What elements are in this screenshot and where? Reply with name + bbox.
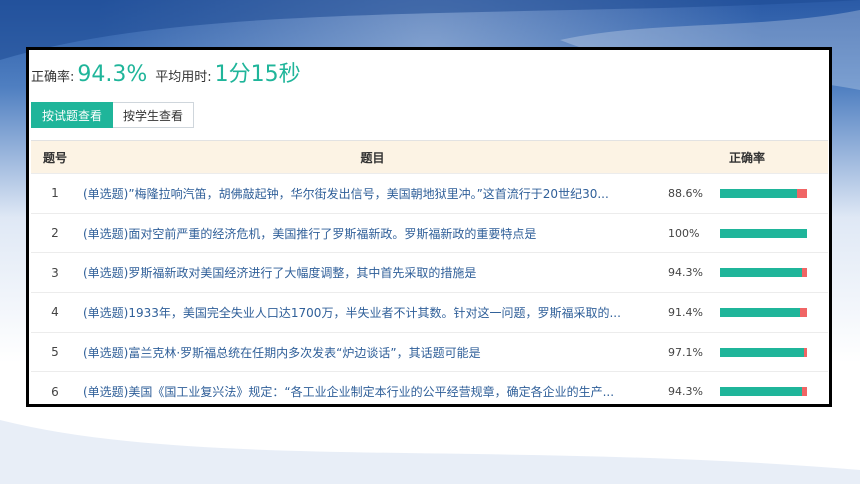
- rate-bar-fill: [720, 228, 807, 238]
- row-num: 2: [51, 226, 59, 241]
- table-row[interactable]: 3 (单选题)罗斯福新政对美国经济进行了大幅度调整，其中首先采取的措施是 94.…: [31, 253, 828, 294]
- rate-bar: [720, 188, 807, 198]
- table-row[interactable]: 6 (单选题)美国《国工业复兴法》规定：“各工业企业制定本行业的公平经营规章，确…: [31, 372, 828, 404]
- row-title[interactable]: (单选题)”梅隆拉响汽笛，胡佛敲起钟，华尔街发出信号，美国朝地狱里冲。”这首流行…: [79, 185, 666, 202]
- rate-bar: [720, 307, 807, 317]
- row-num: 1: [51, 186, 59, 201]
- rate-bar: [720, 387, 807, 397]
- rate-bar-fill: [720, 268, 803, 278]
- row-num: 3: [51, 265, 59, 280]
- row-title[interactable]: (单选题)美国《国工业复兴法》规定：“各工业企业制定本行业的公平经营规章，确定各…: [79, 383, 666, 400]
- row-pct: 97.1%: [668, 345, 703, 359]
- row-title[interactable]: (单选题)1933年，美国完全失业人口达1700万，半失业者不计其数。针对这一问…: [79, 304, 666, 321]
- row-pct: 94.3%: [668, 385, 703, 399]
- avg-time-value: 1分15秒: [214, 62, 301, 87]
- header-title: 题目: [360, 150, 385, 165]
- tab-by-student[interactable]: 按学生查看: [113, 102, 195, 128]
- table-row[interactable]: 5 (单选题)富兰克林·罗斯福总统在任期内多次发表“炉边谈话”，其话题可能是 9…: [31, 333, 828, 373]
- results-panel: 正确率: 94.3% 平均用时: 1分15秒 按试题查看 按学生查看 题号 题目…: [26, 47, 832, 407]
- table-row[interactable]: 2 (单选题)面对空前严重的经济危机，美国推行了罗斯福新政。罗斯福新政的重要特点…: [31, 214, 828, 254]
- row-num: 6: [51, 384, 59, 399]
- accuracy-value: 94.3%: [77, 62, 148, 87]
- row-title[interactable]: (单选题)富兰克林·罗斯福总统在任期内多次发表“炉边谈话”，其话题可能是: [79, 344, 666, 361]
- row-title[interactable]: (单选题)罗斯福新政对美国经济进行了大幅度调整，其中首先采取的措施是: [79, 264, 666, 281]
- avg-time-label: 平均用时:: [155, 70, 212, 85]
- row-pct: 100%: [668, 226, 700, 240]
- table-row[interactable]: 1 (单选题)”梅隆拉响汽笛，胡佛敲起钟，华尔街发出信号，美国朝地狱里冲。”这首…: [31, 174, 828, 214]
- header-rate: 正确率: [728, 150, 765, 165]
- rate-bar: [720, 347, 807, 357]
- row-pct: 88.6%: [668, 186, 703, 200]
- table-row[interactable]: 4 (单选题)1933年，美国完全失业人口达1700万，半失业者不计其数。针对这…: [31, 293, 828, 333]
- rate-bar-fill: [720, 347, 805, 357]
- table-header: 题号 题目 正确率: [31, 141, 828, 174]
- question-table: 题号 题目 正确率 1 (单选题)”梅隆拉响汽笛，胡佛敲起钟，华尔街发出信号，美…: [31, 140, 828, 404]
- view-tabs: 按试题查看 按学生查看: [31, 102, 195, 128]
- row-pct: 94.3%: [668, 266, 703, 280]
- rate-bar-fill: [720, 307, 800, 317]
- rate-bar-fill: [720, 188, 798, 198]
- summary-bar: 正确率: 94.3% 平均用时: 1分15秒: [31, 56, 309, 87]
- row-num: 4: [51, 305, 59, 320]
- accuracy-label: 正确率:: [31, 70, 75, 85]
- row-num: 5: [51, 345, 59, 360]
- rate-bar: [720, 228, 807, 238]
- rate-bar-fill: [720, 387, 803, 397]
- tab-by-question[interactable]: 按试题查看: [31, 102, 114, 128]
- row-pct: 91.4%: [668, 305, 703, 319]
- row-title[interactable]: (单选题)面对空前严重的经济危机，美国推行了罗斯福新政。罗斯福新政的重要特点是: [79, 225, 666, 242]
- header-num: 题号: [42, 150, 67, 165]
- rate-bar: [720, 268, 807, 278]
